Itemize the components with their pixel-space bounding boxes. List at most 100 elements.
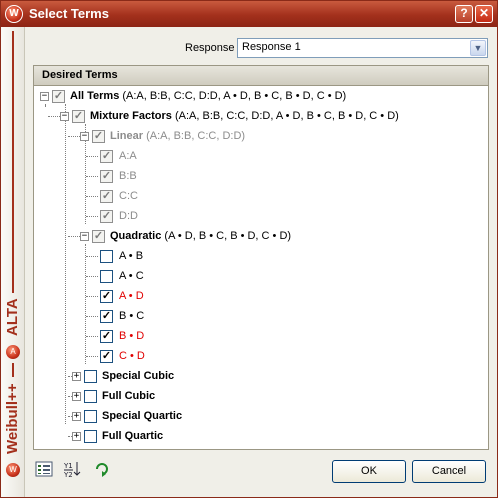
response-label: Response bbox=[185, 42, 235, 54]
collapse-icon[interactable]: − bbox=[60, 112, 69, 121]
sidebar-divider-line bbox=[12, 31, 14, 293]
term-label: B:B bbox=[119, 170, 137, 182]
term-checkbox[interactable]: ✓ bbox=[100, 150, 113, 163]
tree-row-all-terms[interactable]: − ✓ All Terms (A:A, B:B, C:C, D:D, A • D… bbox=[34, 86, 488, 106]
tree-label-linear: Linear (A:A, B:B, C:C, D:D) bbox=[110, 130, 246, 142]
tree-guide-line bbox=[86, 156, 98, 157]
fraction-sort-icon-graphic: Y1 Y2 bbox=[63, 462, 81, 479]
weibull-product-label: Weibull++ bbox=[4, 383, 21, 455]
group-label: Special Quartic bbox=[102, 410, 183, 422]
tree-guide-line bbox=[86, 176, 98, 177]
tree-guide-line bbox=[86, 356, 98, 357]
refresh-icon-graphic bbox=[96, 463, 108, 477]
tree-row-quadratic-cd[interactable]: ✓ C • D bbox=[34, 346, 488, 366]
weibull-logo-icon: W bbox=[5, 5, 23, 23]
window-title: Select Terms bbox=[29, 6, 109, 21]
tree-row-quadratic[interactable]: − ✓ Quadratic (A • D, B • C, B • D, C • … bbox=[34, 226, 488, 246]
title-bar: W Select Terms ? ✕ bbox=[1, 1, 497, 27]
collapse-icon[interactable]: − bbox=[80, 232, 89, 241]
tree-guide-line bbox=[68, 136, 80, 137]
tree-row-special-cubic[interactable]: + Special Cubic bbox=[34, 366, 488, 386]
select-list-icon[interactable] bbox=[33, 460, 55, 482]
ok-button[interactable]: OK bbox=[332, 460, 406, 483]
tree-row-quadratic-bd[interactable]: ✓ B • D bbox=[34, 326, 488, 346]
tree-guide-line bbox=[48, 116, 60, 117]
tree-label-mixture-factors: Mixture Factors (A:A, B:B, C:C, D:D, A •… bbox=[90, 110, 399, 122]
tree-row-quadratic-ad[interactable]: ✓ A • D bbox=[34, 286, 488, 306]
term-checkbox[interactable]: ✓ bbox=[100, 210, 113, 223]
tree-row-special-quartic[interactable]: + Special Quartic bbox=[34, 406, 488, 426]
term-label: C:C bbox=[119, 190, 138, 202]
tree-row-linear-c[interactable]: ✓ C:C bbox=[34, 186, 488, 206]
term-label: A • B bbox=[119, 250, 144, 262]
collapse-icon[interactable]: − bbox=[40, 92, 49, 101]
term-label: C • D bbox=[119, 350, 145, 362]
tree-guide-line bbox=[86, 316, 98, 317]
term-checkbox[interactable]: ✓ bbox=[100, 330, 113, 343]
weibull-sidebar-logo-icon: W bbox=[6, 463, 20, 477]
term-label: A:A bbox=[119, 150, 137, 162]
tree-guide-line bbox=[86, 216, 98, 217]
collapse-icon[interactable]: − bbox=[80, 132, 89, 141]
response-select-value: Response 1 bbox=[242, 41, 301, 53]
group-label: Full Quartic bbox=[102, 430, 164, 442]
expand-icon[interactable]: + bbox=[72, 412, 81, 421]
response-select[interactable]: Response 1 ▼ bbox=[237, 38, 488, 58]
group-checkbox[interactable] bbox=[84, 410, 97, 423]
alta-logo-icon: A bbox=[6, 345, 20, 359]
sidebar-divider-line bbox=[12, 363, 14, 377]
svg-text:Y2: Y2 bbox=[63, 471, 73, 478]
expand-icon[interactable]: + bbox=[72, 392, 81, 401]
linear-checkbox[interactable]: ✓ bbox=[92, 130, 105, 143]
term-checkbox[interactable] bbox=[100, 270, 113, 283]
tree-row-quadratic-ab[interactable]: A • B bbox=[34, 246, 488, 266]
tree-label-quadratic: Quadratic (A • D, B • C, B • D, C • D) bbox=[110, 230, 292, 242]
tree-row-linear-a[interactable]: ✓ A:A bbox=[34, 146, 488, 166]
tree-guide-line bbox=[86, 196, 98, 197]
svg-text:Y1: Y1 bbox=[63, 462, 73, 470]
term-label: D:D bbox=[119, 210, 138, 222]
all-terms-checkbox[interactable]: ✓ bbox=[52, 90, 65, 103]
tree-row-quadratic-ac[interactable]: A • C bbox=[34, 266, 488, 286]
tree-row-linear-d[interactable]: ✓ D:D bbox=[34, 206, 488, 226]
term-checkbox[interactable]: ✓ bbox=[100, 290, 113, 303]
quadratic-checkbox[interactable]: ✓ bbox=[92, 230, 105, 243]
tree-row-linear-b[interactable]: ✓ B:B bbox=[34, 166, 488, 186]
alta-product-label: ALTA bbox=[4, 298, 21, 336]
tree-row-quadratic-bc[interactable]: ✓ B • C bbox=[34, 306, 488, 326]
fraction-sort-icon[interactable]: Y1 Y2 bbox=[61, 460, 83, 482]
group-checkbox[interactable] bbox=[84, 430, 97, 443]
product-sidebar: ALTA A Weibull++ W bbox=[1, 27, 25, 497]
term-checkbox[interactable]: ✓ bbox=[100, 310, 113, 323]
tree-guide-line bbox=[68, 236, 80, 237]
expand-icon[interactable]: + bbox=[72, 432, 81, 441]
help-button[interactable]: ? bbox=[455, 5, 473, 23]
cancel-button[interactable]: Cancel bbox=[412, 460, 486, 483]
term-checkbox[interactable]: ✓ bbox=[100, 350, 113, 363]
select-terms-dialog: W Select Terms ? ✕ ALTA A Weibull++ W Re… bbox=[0, 0, 498, 498]
term-label: A • C bbox=[119, 270, 144, 282]
tree-guide-line bbox=[86, 256, 98, 257]
terms-tree[interactable]: − ✓ All Terms (A:A, B:B, C:C, D:D, A • D… bbox=[34, 86, 488, 449]
desired-terms-panel: Desired Terms − ✓ All Terms (A:A, B:B, C… bbox=[33, 65, 489, 450]
tree-row-linear[interactable]: − ✓ Linear (A:A, B:B, C:C, D:D) bbox=[34, 126, 488, 146]
term-checkbox[interactable]: ✓ bbox=[100, 170, 113, 183]
group-label: Special Cubic bbox=[102, 370, 175, 382]
term-label: B • C bbox=[119, 310, 145, 322]
tree-row-full-quartic[interactable]: + Full Quartic bbox=[34, 426, 488, 446]
tree-label-all-terms: All Terms (A:A, B:B, C:C, D:D, A • D, B … bbox=[70, 90, 347, 102]
chevron-down-icon[interactable]: ▼ bbox=[470, 40, 486, 56]
expand-icon[interactable]: + bbox=[72, 372, 81, 381]
tree-row-mixture-factors[interactable]: − ✓ Mixture Factors (A:A, B:B, C:C, D:D,… bbox=[34, 106, 488, 126]
term-label: A • D bbox=[119, 290, 144, 302]
refresh-icon[interactable] bbox=[91, 460, 113, 482]
term-checkbox[interactable]: ✓ bbox=[100, 190, 113, 203]
close-button[interactable]: ✕ bbox=[475, 5, 493, 23]
panel-title: Desired Terms bbox=[34, 66, 488, 86]
group-checkbox[interactable] bbox=[84, 390, 97, 403]
term-checkbox[interactable] bbox=[100, 250, 113, 263]
mixture-factors-checkbox[interactable]: ✓ bbox=[72, 110, 85, 123]
group-checkbox[interactable] bbox=[84, 370, 97, 383]
select-list-icon-graphic bbox=[35, 461, 53, 477]
tree-row-full-cubic[interactable]: + Full Cubic bbox=[34, 386, 488, 406]
